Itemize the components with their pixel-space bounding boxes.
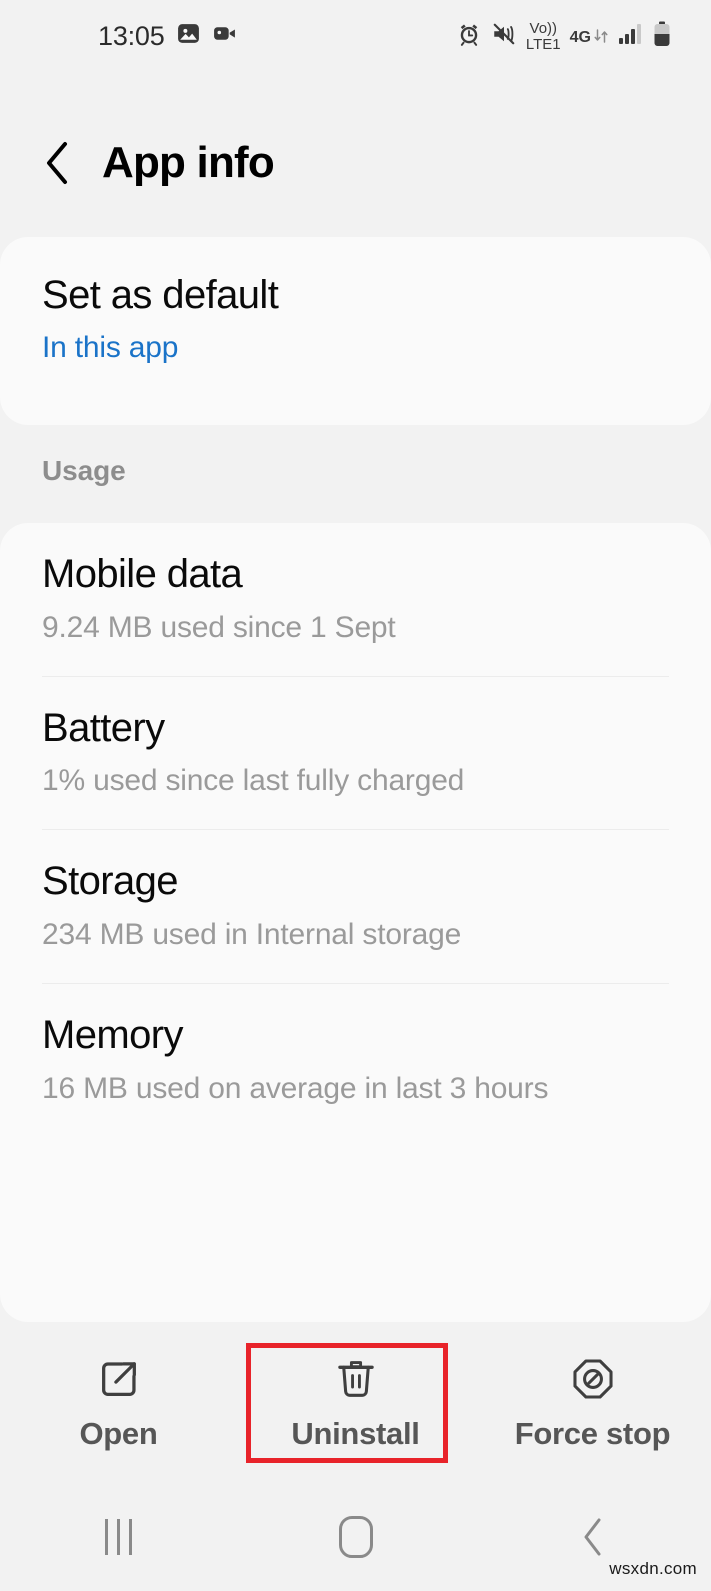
home-icon — [338, 1516, 373, 1558]
row-title: Storage — [42, 859, 179, 904]
status-clock: 13:05 — [98, 20, 165, 51]
alarm-icon — [456, 21, 482, 52]
system-navigation-bar — [0, 1483, 711, 1591]
watermark: wsxdn.com — [609, 1559, 697, 1578]
app-header: App info — [0, 110, 711, 215]
row-title: Mobile data — [42, 552, 243, 596]
volte-icon: Vo)) LTE1 — [525, 19, 561, 53]
status-bar-left: 13:05 — [98, 21, 237, 52]
back-icon — [584, 1518, 600, 1556]
usage-row-memory[interactable]: Memory 16 MB used on average in last 3 h… — [0, 984, 711, 1109]
recents-button[interactable] — [0, 1483, 237, 1591]
chevron-left-icon — [47, 141, 67, 184]
page-title: App info — [102, 137, 275, 187]
back-button[interactable] — [36, 141, 80, 185]
status-bar: 13:05 Vo)) LTE1 4G — [0, 0, 711, 72]
trash-icon — [333, 1356, 379, 1402]
external-link-icon — [96, 1356, 142, 1402]
set-as-default-card[interactable]: Set as default In this app — [0, 237, 711, 425]
action-label: Open — [79, 1416, 158, 1451]
row-title: Memory — [42, 1013, 183, 1058]
action-label: Force stop — [514, 1416, 671, 1451]
usage-row-battery[interactable]: Battery 1% used since last fully charged — [0, 677, 711, 802]
set-as-default-subtitle: In this app — [42, 330, 179, 364]
status-bar-right: Vo)) LTE1 4G — [456, 21, 671, 52]
uninstall-button[interactable]: Uninstall — [237, 1330, 474, 1478]
open-button[interactable]: Open — [0, 1330, 237, 1478]
usage-row-storage[interactable]: Storage 234 MB used in Internal storage — [0, 830, 711, 955]
video-camera-icon — [212, 21, 237, 51]
block-octagon-icon — [570, 1356, 616, 1402]
usage-card: Mobile data 9.24 MB used since 1 Sept Ba… — [0, 523, 711, 1322]
row-subtitle: 1% used since last fully charged — [42, 764, 465, 798]
force-stop-button[interactable]: Force stop — [474, 1330, 711, 1478]
section-header-usage: Usage — [42, 455, 126, 486]
action-label: Uninstall — [291, 1416, 420, 1451]
set-as-default-title: Set as default — [42, 273, 279, 317]
network-4g-icon: 4G — [570, 26, 609, 46]
row-subtitle: 16 MB used on average in last 3 hours — [42, 1071, 549, 1105]
vibrate-icon — [491, 21, 517, 52]
recents-icon — [105, 1519, 132, 1555]
row-subtitle: 234 MB used in Internal storage — [42, 918, 462, 952]
home-button[interactable] — [237, 1483, 474, 1591]
row-subtitle: 9.24 MB used since 1 Sept — [42, 610, 396, 644]
action-bar: Open Uninstall Force stop — [0, 1330, 711, 1478]
battery-icon — [653, 21, 671, 52]
signal-bars-icon — [618, 22, 644, 51]
image-icon — [176, 21, 201, 51]
row-title: Battery — [42, 705, 165, 750]
usage-row-mobile-data[interactable]: Mobile data 9.24 MB used since 1 Sept — [0, 523, 711, 648]
